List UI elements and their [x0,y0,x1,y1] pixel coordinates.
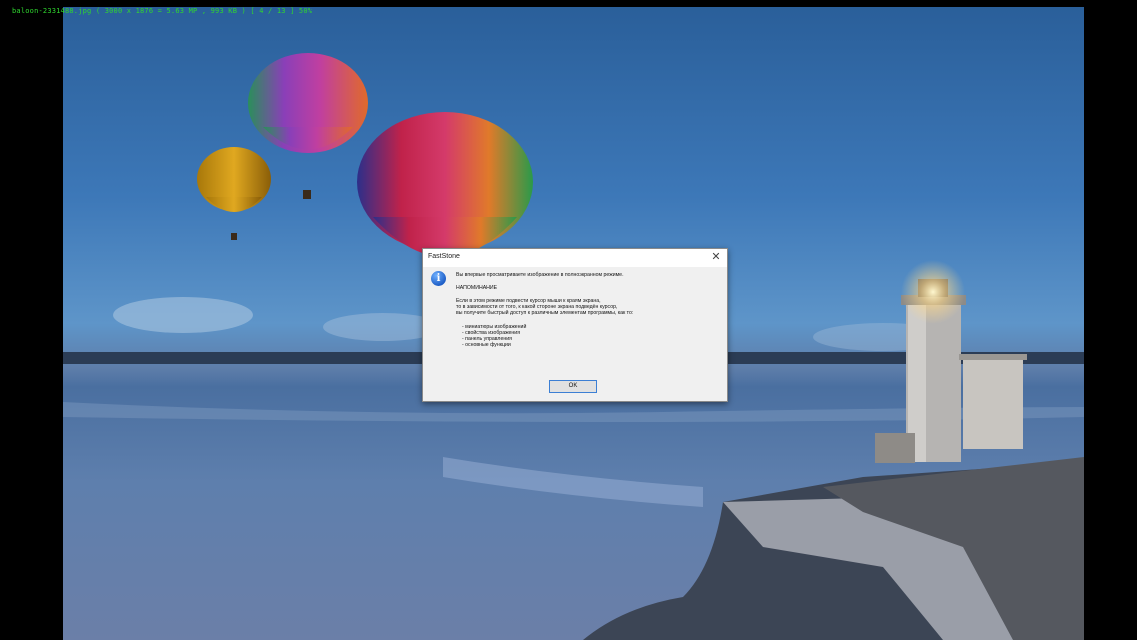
faststone-dialog: FastStone ✕ i Вы впервые просматриваете … [422,248,728,402]
info-icon: i [431,271,446,286]
image-info-status: baloon-2331488.jpg ( 3000 x 1876 = 5.63 … [12,7,313,15]
ok-button[interactable]: OK [549,380,597,393]
dialog-titlebar: FastStone ✕ [423,249,727,267]
message-line: вы получите быстрый доступ к различным э… [456,310,634,316]
fullscreen-viewer: baloon-2331488.jpg ( 3000 x 1876 = 5.63 … [0,0,1137,640]
close-icon[interactable]: ✕ [709,250,723,264]
message-paragraph: Если в этом режиме подвести курсор мыши … [456,298,721,316]
list-item: - основные функции [462,342,511,348]
dialog-title: FastStone [428,253,460,260]
message-heading: НАПОМИНАНИЕ [456,285,498,291]
dialog-message: Вы впервые просматриваете изображение в … [456,272,721,348]
message-intro: Вы впервые просматриваете изображение в … [456,272,624,278]
feature-list: - миниатюры изображений - свойства изобр… [462,324,721,348]
